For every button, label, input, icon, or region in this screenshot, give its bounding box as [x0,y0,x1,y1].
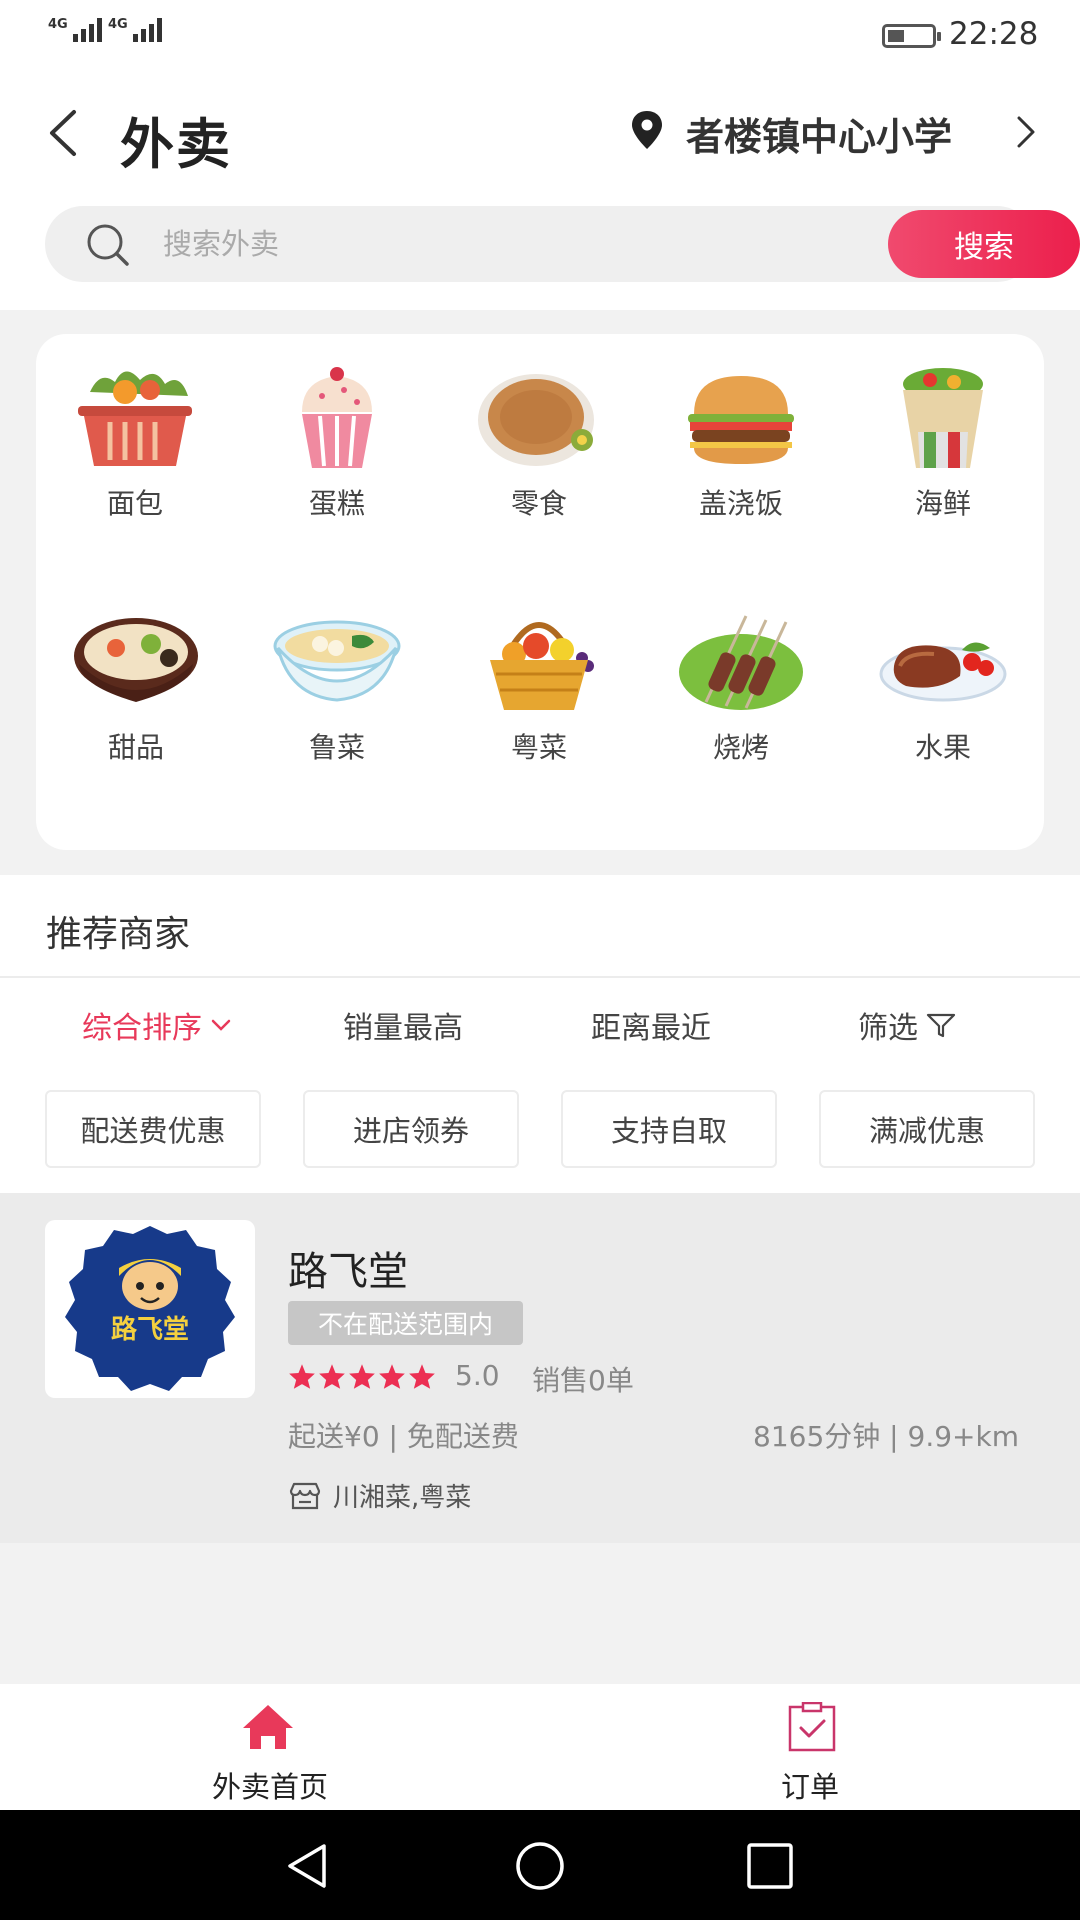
category-item[interactable]: 鲁菜 [237,578,437,778]
skewers-icon [679,615,803,710]
sort-comprehensive[interactable]: 综合排序 [82,1003,232,1047]
status-bar: 4G 4G 22:28 [0,0,1080,72]
battery-icon [882,24,941,48]
order-clipboard-icon [788,1702,836,1752]
distance-info: 8165分钟 | 9.9+km [753,1420,1019,1453]
network-type-label: 4G [108,17,128,32]
category-label: 零食 [510,487,567,520]
wrap-icon [903,368,983,468]
sort-label: 综合排序 [82,1011,202,1046]
category-label: 粤菜 [510,731,567,764]
burger-icon [688,376,794,464]
category-label: 海鲜 [914,487,971,520]
sort-distance[interactable]: 距离最近 [591,1003,711,1047]
chevron-right-icon[interactable] [1014,112,1038,152]
svg-text:路飞堂: 路飞堂 [111,1314,189,1345]
steak-icon [879,642,1007,702]
star-icon [409,1364,435,1389]
star-icon [379,1364,405,1389]
nav-orders-label: 订单 [780,1770,839,1804]
store-logo-image: 路飞堂 [65,1226,235,1391]
category-item[interactable]: 甜品 [36,578,236,778]
clock: 22:28 [949,16,1039,52]
hotpot-icon [74,618,198,702]
star-icon [349,1364,375,1389]
header: 外卖 者楼镇中心小学 搜索 [0,72,1080,310]
system-nav-bar [0,1810,1080,1920]
category-item[interactable]: 面包 [35,334,235,534]
shop-icon [289,1482,321,1510]
search-icon [87,224,129,266]
system-back-icon[interactable] [282,1840,334,1892]
filter-chip-delivery-discount[interactable]: 配送费优惠 [45,1090,261,1168]
cupcake-icon [302,367,372,468]
category-item[interactable]: 粤菜 [439,578,639,778]
search-button[interactable]: 搜索 [888,210,1080,278]
store-card[interactable]: 路飞堂 路飞堂 不在配送范围内 5.0 销售0单 起送¥0 | 免配送费 816… [0,1193,1080,1543]
search-bar: 搜索 [45,206,1080,282]
sort-sales[interactable]: 销量最高 [343,1003,463,1047]
nav-home[interactable]: 外卖首页 [0,1684,540,1810]
cuisine-tags: 川湘菜,粤菜 [333,1483,472,1513]
nav-home-label: 外卖首页 [211,1770,328,1804]
noodle-bowl-icon [273,620,401,702]
system-recents-icon[interactable] [744,1840,796,1892]
back-arrow-icon[interactable] [44,108,84,158]
category-item[interactable]: 蛋糕 [237,334,437,534]
star-rating [288,1363,436,1390]
location-name[interactable]: 者楼镇中心小学 [686,106,952,161]
category-item[interactable]: 烧烤 [641,578,841,778]
filter-chip-self-pickup[interactable]: 支持自取 [561,1090,777,1168]
delivery-info: 起送¥0 | 免配送费 [288,1420,519,1453]
basket-icon [78,371,192,466]
store-name[interactable]: 路飞堂 [288,1239,408,1297]
category-item[interactable]: 水果 [843,578,1043,778]
fruit-basket-icon [490,622,594,710]
network-type-label: 4G [48,17,68,32]
location-pin-icon[interactable] [628,110,666,150]
system-home-icon[interactable] [514,1840,566,1892]
bottom-nav: 外卖首页 订单 [0,1684,1080,1810]
sales-count: 销售0单 [532,1364,634,1397]
star-icon [319,1364,345,1389]
divider [0,976,1080,978]
filter-funnel-icon [926,1013,956,1038]
pancake-icon [478,374,594,466]
filter-chip-coupon[interactable]: 进店领券 [303,1090,519,1168]
filter-chip-full-reduction[interactable]: 满减优惠 [819,1090,1035,1168]
sort-label: 销量最高 [343,1011,463,1046]
category-label: 蛋糕 [308,487,365,520]
category-label: 甜品 [107,731,164,764]
sort-filter[interactable]: 筛选 [858,1003,956,1047]
category-grid: 面包 蛋糕 零食 盖浇饭 海鲜 甜品 鲁菜 粤菜 烧烤 水果 [36,334,1044,850]
recommend-section: 推荐商家 综合排序 销量最高 距离最近 筛选 配送费优惠 进店领券 支持自取 满… [0,875,1080,1193]
category-label: 盖浇饭 [698,487,783,520]
section-title: 推荐商家 [46,914,191,955]
category-label: 烧烤 [712,731,769,764]
signal-2-icon: 4G [108,18,162,42]
store-logo: 路飞堂 [45,1220,255,1398]
sort-label: 距离最近 [591,1011,711,1046]
nav-orders[interactable]: 订单 [540,1684,1080,1810]
category-label: 水果 [914,731,971,764]
chevron-down-icon [211,1019,231,1031]
rating-value: 5.0 [455,1359,500,1392]
home-icon [243,1705,293,1749]
status-badge: 不在配送范围内 [288,1301,524,1345]
signal-1-icon: 4G [48,18,102,42]
category-label: 面包 [106,487,163,520]
page-title: 外卖 [120,113,232,176]
search-input[interactable] [163,218,763,270]
category-item[interactable]: 海鲜 [843,334,1043,534]
star-icon [289,1364,315,1389]
category-label: 鲁菜 [308,731,365,764]
sort-label: 筛选 [858,1011,918,1046]
category-item[interactable]: 盖浇饭 [641,334,841,534]
category-item[interactable]: 零食 [439,334,639,534]
